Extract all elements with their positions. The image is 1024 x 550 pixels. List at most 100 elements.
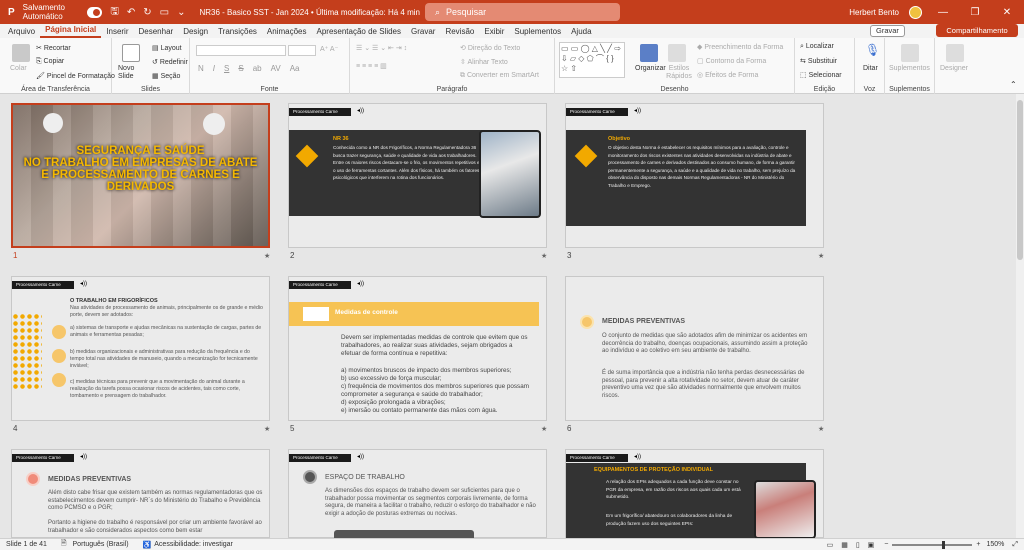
save-icon[interactable]: 🖫 [110, 4, 119, 21]
zoom-slider-handle[interactable] [942, 540, 946, 549]
quick-styles-icon[interactable] [668, 44, 686, 62]
reset-button[interactable]: ↺ Redefinir [152, 58, 188, 66]
tab-4[interactable]: Design [178, 27, 213, 36]
designer-icon[interactable] [946, 44, 964, 62]
addins-icon[interactable] [901, 44, 919, 62]
slideshow-view-icon[interactable]: ▣ [868, 541, 875, 549]
tab-1[interactable]: Página Inicial [40, 24, 102, 38]
quick-styles-button[interactable]: Estilos Rápidos [664, 65, 694, 81]
paste-button[interactable]: Colar [10, 65, 27, 72]
slide-thumbnail-5[interactable]: Processamento Carne ◂)) Medidas de contr… [288, 276, 547, 421]
shape-fill-button[interactable]: ◆ Preenchimento da Forma [697, 43, 783, 51]
tab-2[interactable]: Inserir [101, 27, 133, 36]
collapse-ribbon-icon[interactable]: ⌃ [1010, 80, 1017, 89]
undo-icon[interactable]: ↶ [127, 7, 135, 18]
smartart-button[interactable]: ⧉ Converter em SmartArt [460, 72, 539, 80]
tab-0[interactable]: Arquivo [3, 27, 40, 36]
user-name[interactable]: Herbert Bento [849, 8, 899, 17]
format-painter-button[interactable]: 🖌 Pincel de Formatação [36, 72, 115, 80]
zoom-in-icon[interactable]: + [976, 541, 980, 548]
language-status[interactable]: Português (Brasil) [73, 541, 129, 548]
align-text-button[interactable]: ⇳ Alinhar Texto [460, 58, 508, 66]
record-button[interactable]: Gravar [870, 25, 905, 37]
text-direction-button[interactable]: ⟲ Direção do Texto [460, 44, 520, 52]
normal-view-icon[interactable]: ▭ [827, 541, 834, 549]
slide-thumbnail-1[interactable]: SEGURANÇA E SAÚDE NO TRABALHO EM EMPRESA… [11, 103, 270, 248]
layout-button[interactable]: ▤ Layout [152, 44, 182, 52]
sorter-view-icon[interactable]: ▦ [841, 541, 848, 549]
arrange-button[interactable]: Organizar [635, 65, 666, 72]
slide-thumbnail-9[interactable]: Processamento Carne ◂)) EQUIPAMENTOS DE … [565, 449, 824, 539]
shape-effects-button[interactable]: ◎ Efeitos de Forma [697, 71, 758, 79]
reading-view-icon[interactable]: ▯ [856, 541, 860, 549]
align-buttons[interactable]: ≡ ≡ ≡ ≡ ▥ [356, 62, 387, 70]
tab-8[interactable]: Gravar [406, 27, 440, 36]
slide-thumbnail-4[interactable]: Processamento Carne ◂)) O TRABALHO EM FR… [11, 276, 270, 421]
tab-3[interactable]: Desenhar [134, 27, 179, 36]
slide-intro: Devem ser implementadas medidas de contr… [341, 334, 528, 357]
slide-paragraph: Portanto a higiene do trabalho é respons… [48, 520, 262, 534]
tab-5[interactable]: Transições [213, 27, 262, 36]
slide-thumbnail-8[interactable]: Processamento Carne ◂)) ESPAÇO DE TRABAL… [288, 449, 547, 538]
font-name-input[interactable] [196, 45, 286, 56]
copy-button[interactable]: ⎘ Copiar [36, 58, 64, 66]
redo-icon[interactable]: ↻ [143, 7, 151, 18]
accessibility-icon[interactable]: ♿ [143, 541, 152, 549]
zoom-out-icon[interactable]: − [884, 541, 888, 548]
font-format-button[interactable]: I [213, 64, 215, 73]
slide-thumbnail-7[interactable]: Processamento Carne ◂)) MEDIDAS PREVENTI… [11, 449, 270, 538]
transition-star-icon: ★ [264, 426, 271, 433]
autosave-toggle[interactable] [87, 6, 103, 18]
accessibility-status[interactable]: Acessibilidade: investigar [154, 541, 233, 548]
font-format-button[interactable]: AV [271, 64, 281, 73]
find-button[interactable]: ⌕ Localizar [800, 43, 834, 51]
avatar[interactable] [909, 5, 922, 19]
fit-window-icon[interactable]: ⤢ [1012, 541, 1018, 549]
addins-button[interactable]: Suplementos [889, 65, 930, 72]
font-grow-button[interactable]: A⁺ A⁻ [320, 45, 338, 53]
new-slide-icon[interactable] [122, 44, 140, 62]
new-slide-button[interactable]: Novo Slide [118, 65, 150, 81]
slide-thumbnail-2[interactable]: Processamento Carne ◂)) NR 36 Conhecida … [288, 103, 547, 248]
slide-thumbnail-6[interactable]: MEDIDAS PREVENTIVAS O conjunto de medida… [565, 276, 824, 421]
dictate-button[interactable]: Ditar [863, 65, 878, 72]
zoom-slider[interactable] [892, 540, 973, 549]
restore-icon[interactable]: ❐ [964, 7, 986, 18]
tab-7[interactable]: Apresentação de Slides [312, 27, 407, 36]
shapes-gallery[interactable]: ▭ ▭ ◯ △ ╲ ╱ ⇨ ⇩ ▱ ◇ ⬠ ⌒ { } ☆ ⇧ [559, 42, 625, 78]
font-format-button[interactable]: ab [253, 64, 262, 73]
proofing-icon[interactable]: 🗎 [61, 539, 67, 550]
microphone-icon[interactable]: 🎙 [865, 43, 880, 57]
present-icon[interactable]: ▭ [160, 7, 169, 18]
paste-icon[interactable] [12, 44, 30, 62]
designer-button[interactable]: Designer [940, 65, 968, 72]
cut-button[interactable]: ✂ Recortar [36, 44, 71, 52]
replace-button[interactable]: ⇆ Substituir [800, 57, 837, 65]
vertical-scrollbar[interactable] [1016, 94, 1024, 538]
customize-qat-icon[interactable]: ⌄ [177, 7, 185, 18]
close-icon[interactable]: ✕ [996, 7, 1018, 18]
tab-11[interactable]: Suplementos [509, 27, 566, 36]
section-button[interactable]: ▦ Seção [152, 72, 180, 80]
tab-6[interactable]: Animações [262, 27, 312, 36]
font-format-button[interactable]: S [224, 64, 229, 73]
arrange-icon[interactable] [640, 44, 658, 62]
font-size-input[interactable] [288, 45, 316, 56]
select-button[interactable]: ⬚ Selecionar [800, 71, 842, 79]
font-format-button[interactable]: Aa [290, 64, 300, 73]
scrollbar-thumb[interactable] [1017, 100, 1023, 260]
font-format-button[interactable]: N [198, 64, 204, 73]
drawing-group: ▭ ▭ ◯ △ ╲ ╱ ⇨ ⇩ ▱ ◇ ⬠ ⌒ { } ☆ ⇧ Organiza… [555, 38, 795, 94]
tab-10[interactable]: Exibir [479, 27, 509, 36]
slide-thumbnail-3[interactable]: Processamento Carne ◂)) Objetivo O objet… [565, 103, 824, 248]
tab-9[interactable]: Revisão [440, 27, 479, 36]
font-format-button[interactable]: S [238, 64, 243, 73]
share-button[interactable]: Compartilhamento [936, 24, 1018, 37]
search-box[interactable]: ⌕ Pesquisar [425, 3, 620, 21]
bullets-button[interactable]: ☰ ⌄ ☰ ⌄ ⇤ ⇥ ↕ [356, 44, 407, 52]
minimize-icon[interactable]: — [932, 7, 954, 18]
tab-12[interactable]: Ajuda [566, 27, 596, 36]
zoom-level[interactable]: 150% [986, 541, 1004, 548]
audio-icon: ◂)) [357, 281, 365, 287]
shape-outline-button[interactable]: ▢ Contorno da Forma [697, 57, 766, 65]
